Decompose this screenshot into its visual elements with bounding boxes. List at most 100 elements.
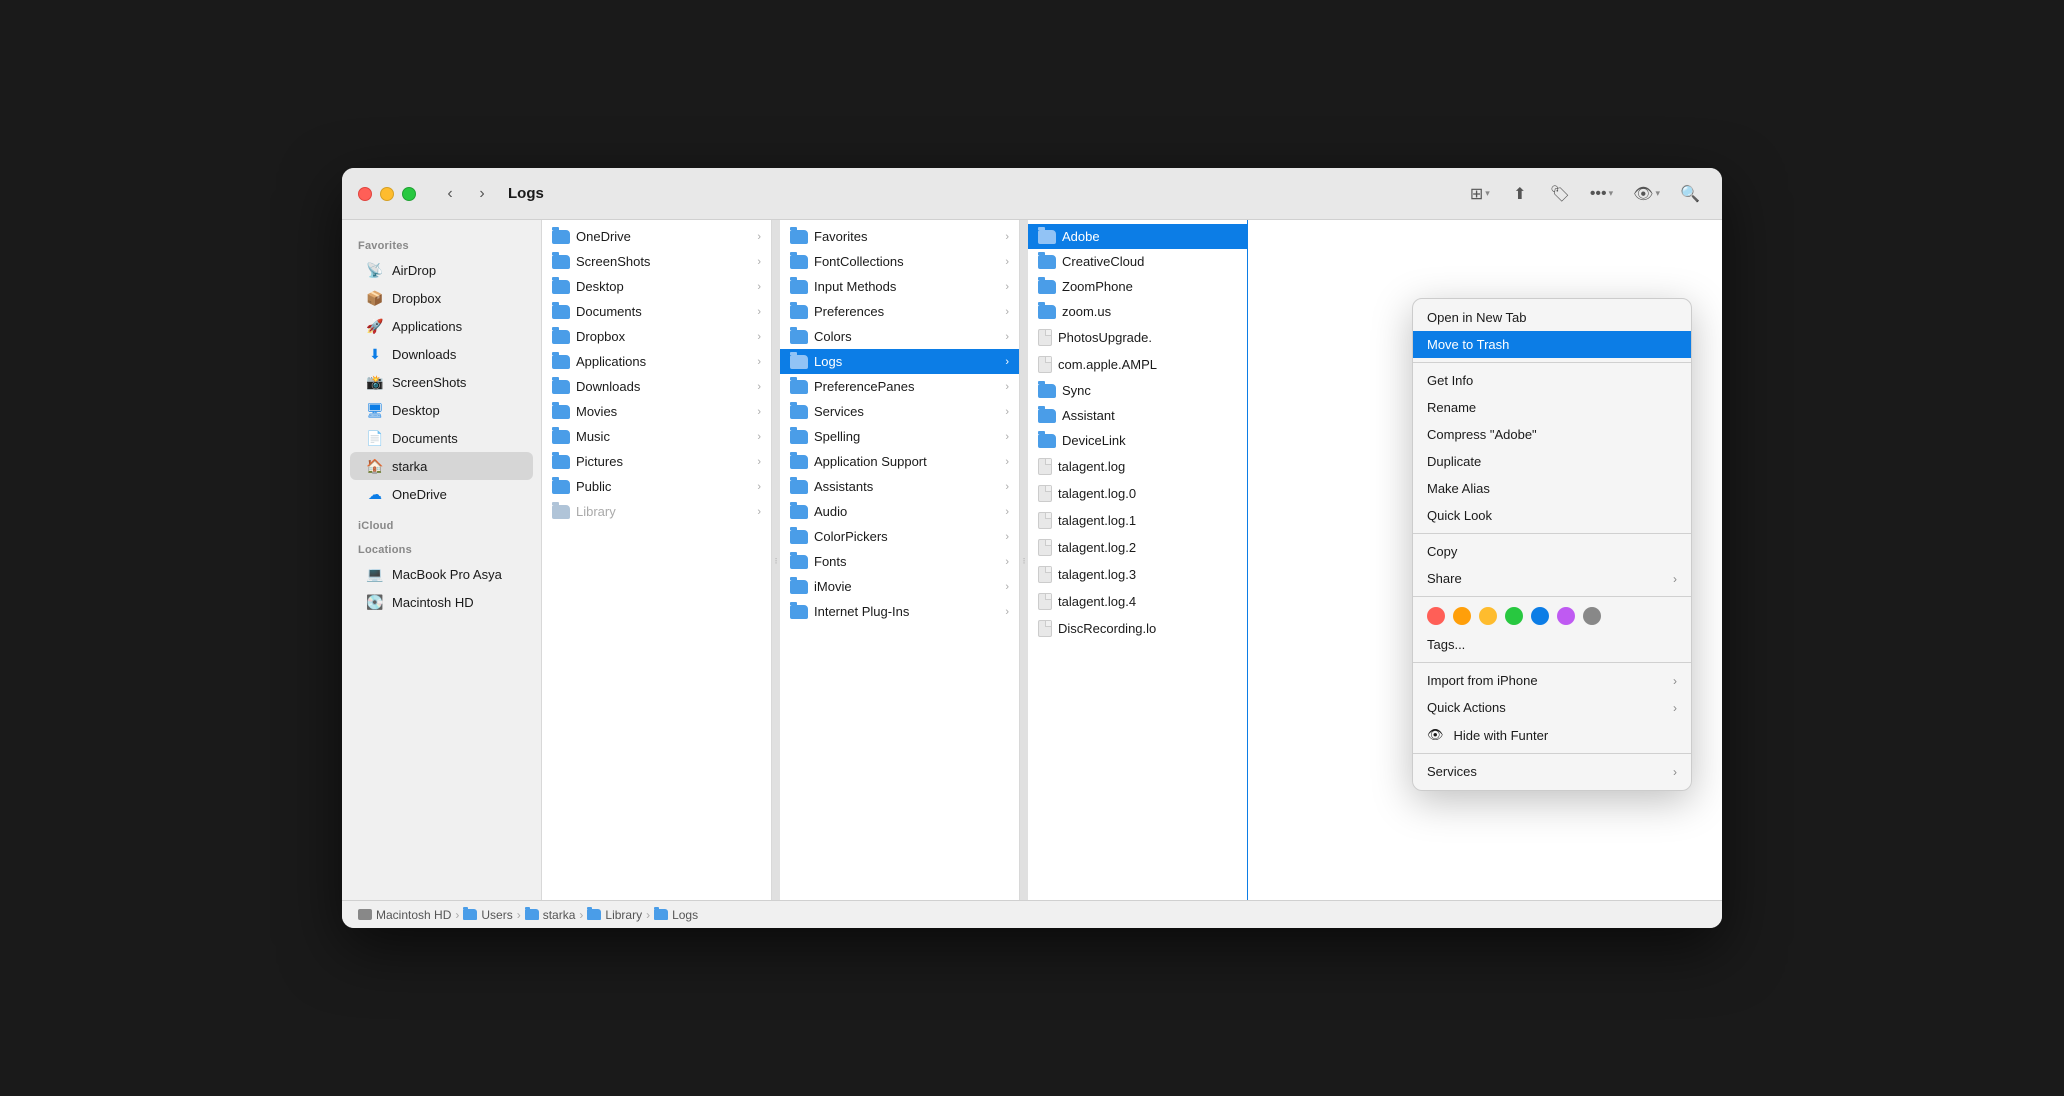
tag-red[interactable]: [1427, 607, 1445, 625]
ctx-copy[interactable]: Copy: [1413, 538, 1691, 565]
col1-public[interactable]: Public ›: [542, 474, 771, 499]
ctx-compress[interactable]: Compress "Adobe": [1413, 421, 1691, 448]
ctx-import-iphone[interactable]: Import from iPhone ›: [1413, 667, 1691, 694]
view-columns-button[interactable]: ⊞ ▾: [1464, 180, 1496, 208]
ctx-make-alias[interactable]: Make Alias: [1413, 475, 1691, 502]
tag-yellow[interactable]: [1479, 607, 1497, 625]
back-button[interactable]: ‹: [436, 180, 464, 208]
col2-imovie[interactable]: iMovie ›: [780, 574, 1019, 599]
more-button[interactable]: ••• ▾: [1584, 181, 1619, 207]
chevron-right-icon: ›: [1005, 531, 1009, 543]
col2-fontcollections[interactable]: FontCollections ›: [780, 249, 1019, 274]
sidebar-item-starka[interactable]: 🏠 starka: [350, 452, 533, 480]
window-title: Logs: [508, 185, 1464, 202]
col2-favorites[interactable]: Favorites ›: [780, 224, 1019, 249]
col1-downloads[interactable]: Downloads ›: [542, 374, 771, 399]
ctx-services[interactable]: Services ›: [1413, 758, 1691, 785]
col3-devicelink[interactable]: DeviceLink: [1028, 428, 1247, 453]
col3-discrecording[interactable]: DiscRecording.lo: [1028, 615, 1247, 642]
sidebar-item-airdrop[interactable]: 📡 AirDrop: [350, 256, 533, 284]
col2-application-support[interactable]: Application Support ›: [780, 449, 1019, 474]
col1-pictures[interactable]: Pictures ›: [542, 449, 771, 474]
col3-talagent4[interactable]: talagent.log.4: [1028, 588, 1247, 615]
tag-blue[interactable]: [1531, 607, 1549, 625]
col3-sync[interactable]: Sync: [1028, 378, 1247, 403]
col1-screenshots[interactable]: ScreenShots ›: [542, 249, 771, 274]
col2-colorpickers[interactable]: ColorPickers ›: [780, 524, 1019, 549]
ctx-tags[interactable]: Tags...: [1413, 631, 1691, 658]
ctx-share[interactable]: Share ›: [1413, 565, 1691, 592]
tag-gray[interactable]: [1583, 607, 1601, 625]
col1-documents[interactable]: Documents ›: [542, 299, 771, 324]
ctx-hide-funter[interactable]: 👁 Hide with Funter: [1413, 721, 1691, 749]
folder-icon: [552, 380, 570, 394]
col2-internet-plug-ins[interactable]: Internet Plug-Ins ›: [780, 599, 1019, 624]
col3-creativecloud[interactable]: CreativeCloud: [1028, 249, 1247, 274]
col2-colors[interactable]: Colors ›: [780, 324, 1019, 349]
minimize-button[interactable]: [380, 187, 394, 201]
col3-assistant[interactable]: Assistant: [1028, 403, 1247, 428]
sidebar-item-downloads[interactable]: ⬇ Downloads: [350, 340, 533, 368]
col2-input-methods[interactable]: Input Methods ›: [780, 274, 1019, 299]
ctx-open-new-tab[interactable]: Open in New Tab: [1413, 304, 1691, 331]
tag-orange[interactable]: [1453, 607, 1471, 625]
col3-adobe[interactable]: Adobe: [1028, 224, 1247, 249]
col1-movies[interactable]: Movies ›: [542, 399, 771, 424]
sidebar-item-macintosh[interactable]: 💽 Macintosh HD: [350, 588, 533, 616]
sidebar-item-screenshots[interactable]: 📸 ScreenShots: [350, 368, 533, 396]
ctx-rename[interactable]: Rename: [1413, 394, 1691, 421]
resize-handle-2[interactable]: · · ·: [1020, 220, 1028, 900]
sidebar-label-applications: Applications: [392, 319, 462, 334]
col3-talagent3[interactable]: talagent.log.3: [1028, 561, 1247, 588]
col1-dropbox[interactable]: Dropbox ›: [542, 324, 771, 349]
col2-fonts[interactable]: Fonts ›: [780, 549, 1019, 574]
col3-comapple[interactable]: com.apple.AMPL: [1028, 351, 1247, 378]
tag-purple[interactable]: [1557, 607, 1575, 625]
ctx-label: Rename: [1427, 400, 1476, 415]
col1-applications[interactable]: Applications ›: [542, 349, 771, 374]
sidebar-item-desktop[interactable]: 🖥 Desktop: [350, 396, 533, 424]
sidebar-item-documents[interactable]: 📄 Documents: [350, 424, 533, 452]
ctx-quick-actions[interactable]: Quick Actions ›: [1413, 694, 1691, 721]
col1-music[interactable]: Music ›: [542, 424, 771, 449]
col3-talagent1[interactable]: talagent.log.1: [1028, 507, 1247, 534]
chevron-right-icon: ›: [757, 231, 761, 243]
col2-audio[interactable]: Audio ›: [780, 499, 1019, 524]
sidebar-item-macbook[interactable]: 💻 MacBook Pro Asya: [350, 560, 533, 588]
ctx-quick-look[interactable]: Quick Look: [1413, 502, 1691, 529]
col3-talagent2[interactable]: talagent.log.2: [1028, 534, 1247, 561]
ctx-get-info[interactable]: Get Info: [1413, 367, 1691, 394]
sidebar-item-dropbox[interactable]: 📦 Dropbox: [350, 284, 533, 312]
col1-onedrive[interactable]: OneDrive ›: [542, 224, 771, 249]
resize-handle-1[interactable]: · · ·: [772, 220, 780, 900]
chevron-right-icon: ›: [757, 331, 761, 343]
col3-talagent0[interactable]: talagent.log.0: [1028, 480, 1247, 507]
tag-button[interactable]: 🏷: [1544, 178, 1576, 210]
maximize-button[interactable]: [402, 187, 416, 201]
col2-assistants[interactable]: Assistants ›: [780, 474, 1019, 499]
col1-library[interactable]: Library ›: [542, 499, 771, 524]
search-button[interactable]: 🔍: [1674, 178, 1706, 210]
col3-item-label: Sync: [1062, 383, 1237, 398]
ctx-duplicate[interactable]: Duplicate: [1413, 448, 1691, 475]
sidebar-item-onedrive[interactable]: ☁ OneDrive: [350, 480, 533, 508]
col3-talagent[interactable]: talagent.log: [1028, 453, 1247, 480]
forward-button[interactable]: ›: [468, 180, 496, 208]
col3-zoomphone[interactable]: ZoomPhone: [1028, 274, 1247, 299]
column-3: Adobe CreativeCloud ZoomPhone zoom.us Ph…: [1028, 220, 1248, 900]
col2-logs[interactable]: Logs ›: [780, 349, 1019, 374]
close-button[interactable]: [358, 187, 372, 201]
share-button[interactable]: ⬆: [1504, 178, 1536, 210]
sidebar-item-applications[interactable]: 🚀 Applications: [350, 312, 533, 340]
tag-green[interactable]: [1505, 607, 1523, 625]
col2-preferences[interactable]: Preferences ›: [780, 299, 1019, 324]
col3-zoomus[interactable]: zoom.us: [1028, 299, 1247, 324]
col1-desktop[interactable]: Desktop ›: [542, 274, 771, 299]
ctx-move-to-trash[interactable]: Move to Trash: [1413, 331, 1691, 358]
col2-preferencepanes[interactable]: PreferencePanes ›: [780, 374, 1019, 399]
col3-photosupgrade[interactable]: PhotosUpgrade.: [1028, 324, 1247, 351]
view-options-button[interactable]: 👁 ▾: [1627, 180, 1666, 208]
chevron-right-icon: ›: [757, 306, 761, 318]
col2-services[interactable]: Services ›: [780, 399, 1019, 424]
col2-spelling[interactable]: Spelling ›: [780, 424, 1019, 449]
